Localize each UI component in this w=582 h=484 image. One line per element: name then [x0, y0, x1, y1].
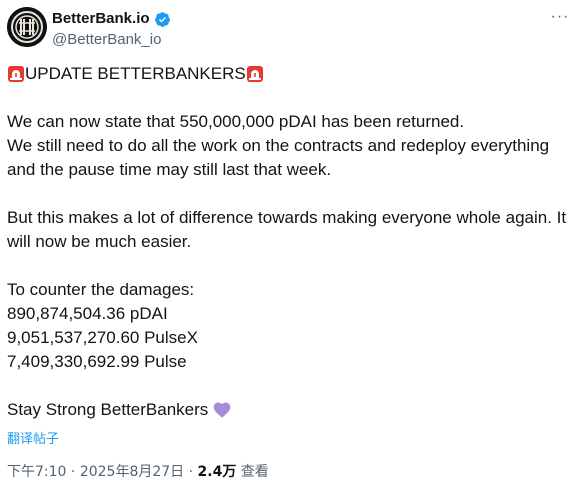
author-display-name[interactable]: BetterBank.io	[52, 10, 150, 28]
paragraph-1-line-1: We can now state that 550,000,000 pDAI h…	[7, 112, 465, 131]
amount-pulsex: 9,051,537,270.60 PulseX	[7, 328, 198, 347]
amount-pulse: 7,409,330,692.99 Pulse	[7, 352, 187, 371]
meta-separator: ·	[70, 464, 76, 480]
more-horizontal-icon: ···	[550, 8, 570, 25]
author-handle[interactable]: @BetterBank_io	[52, 31, 161, 49]
tweet-headline-text: UPDATE BETTERBANKERS	[25, 64, 246, 83]
amount-pdai: 890,874,504.36 pDAI	[7, 304, 168, 323]
avatar[interactable]	[7, 7, 47, 47]
more-options-button[interactable]: ···	[548, 8, 572, 26]
paragraph-1-rest: We still need to do all the work on the …	[7, 136, 550, 179]
paragraph-2: But this makes a lot of difference towar…	[7, 208, 567, 251]
counter-heading: To counter the damages:	[7, 280, 195, 299]
views-count[interactable]: 2.4万	[198, 464, 237, 480]
translate-post-link[interactable]: 翻译帖子	[7, 428, 59, 447]
tweet-meta: 下午7:10 · 2025年8月27日 · 2.4万 查看	[7, 461, 269, 481]
author-name-row[interactable]: BetterBank.io	[52, 10, 171, 28]
tweet-text: UPDATE BETTERBANKERS We can now state th…	[7, 62, 577, 422]
rotating-light-siren-icon	[246, 65, 264, 83]
views-label: 查看	[240, 464, 269, 480]
tweet-headline: UPDATE BETTERBANKERS	[7, 62, 577, 86]
purple-heart-icon	[213, 402, 231, 418]
rotating-light-siren-icon	[7, 65, 25, 83]
verified-badge-icon	[154, 11, 170, 27]
tweet-time[interactable]: 下午7:10	[7, 464, 66, 480]
closing-line: Stay Strong BetterBankers	[7, 398, 577, 422]
tweet-date[interactable]: 2025年8月27日	[80, 464, 184, 480]
betterbank-logo-icon	[7, 7, 47, 47]
closing-text: Stay Strong BetterBankers	[7, 400, 209, 419]
meta-separator: ·	[188, 464, 194, 480]
